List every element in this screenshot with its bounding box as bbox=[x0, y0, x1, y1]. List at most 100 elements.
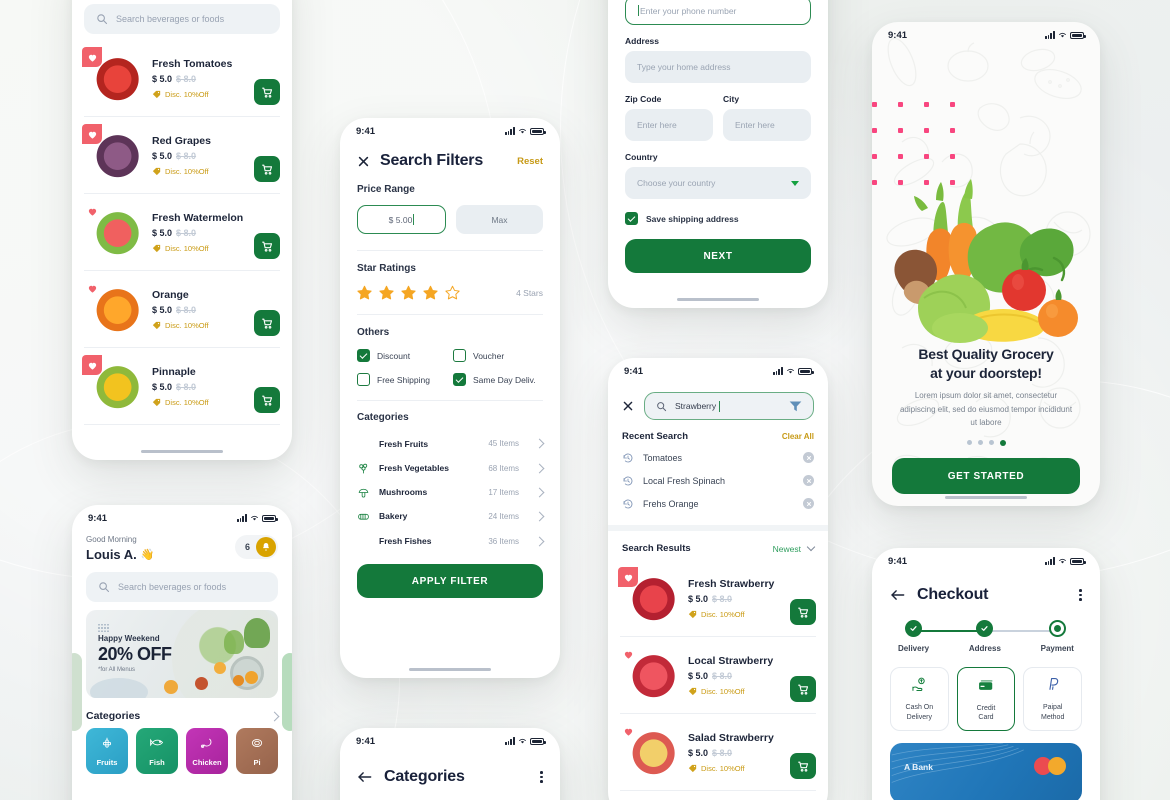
notification-button[interactable]: 6 bbox=[234, 535, 278, 559]
favorite-badge[interactable] bbox=[618, 567, 638, 587]
country-select[interactable]: Choose your country bbox=[625, 167, 811, 199]
sort-dropdown[interactable]: Newest bbox=[773, 542, 816, 554]
search-query-input[interactable]: Strawberry bbox=[644, 392, 814, 420]
payment-method-option[interactable]: Paipal Method bbox=[1023, 667, 1083, 731]
category-card[interactable]: Fruits bbox=[86, 728, 128, 774]
remove-recent-icon[interactable] bbox=[803, 452, 814, 463]
checkbox[interactable] bbox=[357, 349, 370, 362]
recent-search-item[interactable]: Tomatoes bbox=[622, 446, 814, 469]
heart-icon bbox=[88, 131, 96, 139]
add-to-cart-button[interactable] bbox=[790, 599, 816, 625]
promo-peek-right[interactable] bbox=[282, 653, 292, 731]
filter-icon[interactable] bbox=[789, 400, 802, 412]
favorite-badge[interactable] bbox=[618, 721, 638, 741]
pagination-dot[interactable] bbox=[999, 440, 1006, 446]
star-icon[interactable] bbox=[445, 285, 460, 300]
step-node-done[interactable] bbox=[905, 620, 923, 637]
product-row[interactable]: Fresh Strawberry $ 5.0 $ 8.0 Disc. 10%Off bbox=[608, 560, 828, 636]
search-input[interactable]: Search beverages or foods bbox=[84, 4, 280, 34]
favorite-badge[interactable] bbox=[82, 201, 102, 221]
favorite-badge[interactable] bbox=[82, 278, 102, 298]
payment-method-option[interactable]: Credit Card bbox=[956, 667, 1016, 731]
clear-all-button[interactable]: Clear All bbox=[782, 432, 814, 441]
filter-category-row[interactable]: Bakery 24 Items bbox=[357, 504, 545, 528]
recent-search-item[interactable]: Frehs Orange bbox=[622, 492, 814, 515]
bank-card[interactable]: A Bank bbox=[890, 743, 1082, 800]
apply-filter-button[interactable]: APPLY FILTER bbox=[357, 564, 543, 598]
save-address-checkbox[interactable] bbox=[625, 212, 638, 225]
add-to-cart-button[interactable] bbox=[790, 676, 816, 702]
filter-option[interactable]: Discount bbox=[357, 349, 447, 362]
arrow-left-icon[interactable] bbox=[890, 589, 905, 601]
product-row[interactable]: Pinnaple $ 5.0 $ 8.0 Disc. 10%Off bbox=[72, 348, 292, 424]
favorite-badge[interactable] bbox=[82, 355, 102, 375]
add-to-cart-button[interactable] bbox=[254, 387, 280, 413]
promo-sub: *for All Menus bbox=[98, 667, 136, 673]
payment-method-option[interactable]: Cash On Delivery bbox=[890, 667, 949, 731]
pagination-dots[interactable] bbox=[892, 440, 1080, 446]
product-row[interactable]: Fresh Watermelon $ 5.0 $ 8.0 Disc. 10%Off bbox=[72, 194, 292, 270]
remove-recent-icon[interactable] bbox=[803, 498, 814, 509]
checkout-step[interactable]: Payment bbox=[1041, 620, 1074, 653]
filter-category-row[interactable]: Mushrooms 17 Items bbox=[357, 480, 545, 504]
filter-category-row[interactable]: Fresh Fruits 45 Items bbox=[357, 431, 545, 456]
filter-option[interactable]: Voucher bbox=[453, 349, 543, 362]
star-icon[interactable] bbox=[379, 285, 394, 300]
checkbox[interactable] bbox=[453, 349, 466, 362]
city-input[interactable]: Enter here bbox=[723, 109, 811, 141]
category-card[interactable]: Chicken bbox=[186, 728, 228, 774]
filter-option[interactable]: Free Shipping bbox=[357, 373, 447, 386]
product-row[interactable]: Orange $ 5.0 $ 8.0 Disc. 10%Off bbox=[72, 271, 292, 347]
star-rating-control[interactable] bbox=[357, 285, 460, 300]
product-row[interactable]: Fresh Tomatoes $ 5.0 $ 8.0 Disc. 10%Off bbox=[72, 40, 292, 116]
close-icon[interactable] bbox=[622, 400, 634, 412]
arrow-left-icon[interactable] bbox=[357, 771, 372, 783]
address-input[interactable]: Type your home address bbox=[625, 51, 811, 83]
product-row[interactable]: Local Strawberry $ 5.0 $ 8.0 Disc. 10%Off bbox=[608, 637, 828, 713]
promo-banner[interactable]: Happy Weekend 20% OFF *for All Menus bbox=[86, 610, 278, 698]
price-max-input[interactable]: Max bbox=[456, 205, 543, 234]
add-to-cart-button[interactable] bbox=[254, 156, 280, 182]
pagination-dot[interactable] bbox=[966, 440, 972, 445]
remove-recent-icon[interactable] bbox=[803, 475, 814, 486]
checkout-step[interactable]: Address bbox=[969, 620, 1001, 653]
promo-peek-left[interactable] bbox=[72, 653, 82, 731]
favorite-badge[interactable] bbox=[618, 644, 638, 664]
category-card[interactable]: Pi bbox=[236, 728, 278, 774]
pagination-dot[interactable] bbox=[977, 440, 983, 445]
product-row[interactable]: Red Grapes $ 5.0 $ 8.0 Disc. 10%Off bbox=[72, 117, 292, 193]
reset-button[interactable]: Reset bbox=[517, 156, 543, 167]
filter-option[interactable]: Same Day Deliv. bbox=[453, 373, 543, 386]
add-to-cart-button[interactable] bbox=[254, 233, 280, 259]
chevron-right-icon[interactable] bbox=[269, 711, 280, 721]
price-min-input[interactable]: $ 5.00 bbox=[357, 205, 446, 234]
favorite-badge[interactable] bbox=[82, 47, 102, 67]
filter-category-row[interactable]: Fresh Vegetables 68 Items bbox=[357, 456, 545, 480]
step-node-current[interactable] bbox=[1048, 620, 1066, 637]
star-icon[interactable] bbox=[423, 285, 438, 300]
product-row[interactable]: Salad Strawberry $ 5.0 $ 8.0 Disc. 10%Off bbox=[608, 714, 828, 790]
close-icon[interactable] bbox=[357, 155, 370, 168]
home-search-input[interactable]: Search beverages or foods bbox=[86, 572, 278, 602]
pagination-dot[interactable] bbox=[988, 440, 994, 445]
next-button[interactable]: NEXT bbox=[625, 239, 811, 273]
filter-category-row[interactable]: Fresh Fishes 36 Items bbox=[357, 528, 545, 554]
zip-input[interactable]: Enter here bbox=[625, 109, 713, 141]
phone-input[interactable]: Enter your phone number bbox=[625, 0, 811, 25]
recent-search-item[interactable]: Local Fresh Spinach bbox=[622, 469, 814, 492]
star-icon[interactable] bbox=[401, 285, 416, 300]
category-card[interactable]: Fish bbox=[136, 728, 178, 774]
add-to-cart-button[interactable] bbox=[254, 79, 280, 105]
add-to-cart-button[interactable] bbox=[254, 310, 280, 336]
star-icon[interactable] bbox=[357, 285, 372, 300]
more-vertical-icon[interactable] bbox=[1079, 589, 1082, 601]
product-list: Fresh Tomatoes $ 5.0 $ 8.0 Disc. 10%Off Red … bbox=[72, 40, 292, 425]
more-vertical-icon[interactable] bbox=[540, 771, 543, 783]
favorite-badge[interactable] bbox=[82, 124, 102, 144]
add-to-cart-button[interactable] bbox=[790, 753, 816, 779]
checkout-step[interactable]: Delivery bbox=[898, 620, 929, 653]
checkbox[interactable] bbox=[453, 373, 466, 386]
get-started-button[interactable]: GET STARTED bbox=[892, 458, 1080, 494]
step-node-done[interactable] bbox=[976, 620, 994, 637]
checkbox[interactable] bbox=[357, 373, 370, 386]
